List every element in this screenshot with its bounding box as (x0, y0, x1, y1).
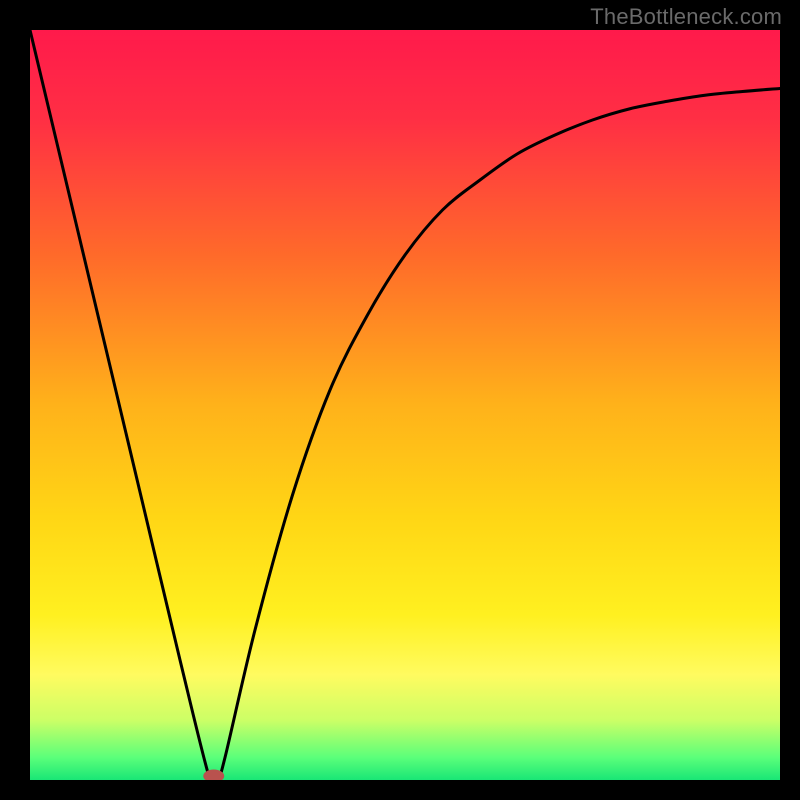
plot-area (30, 30, 780, 780)
chart-svg (30, 30, 780, 780)
minimum-marker (204, 770, 224, 780)
watermark-text: TheBottleneck.com (590, 4, 782, 30)
chart-frame: TheBottleneck.com (0, 0, 800, 800)
gradient-background (30, 30, 780, 780)
